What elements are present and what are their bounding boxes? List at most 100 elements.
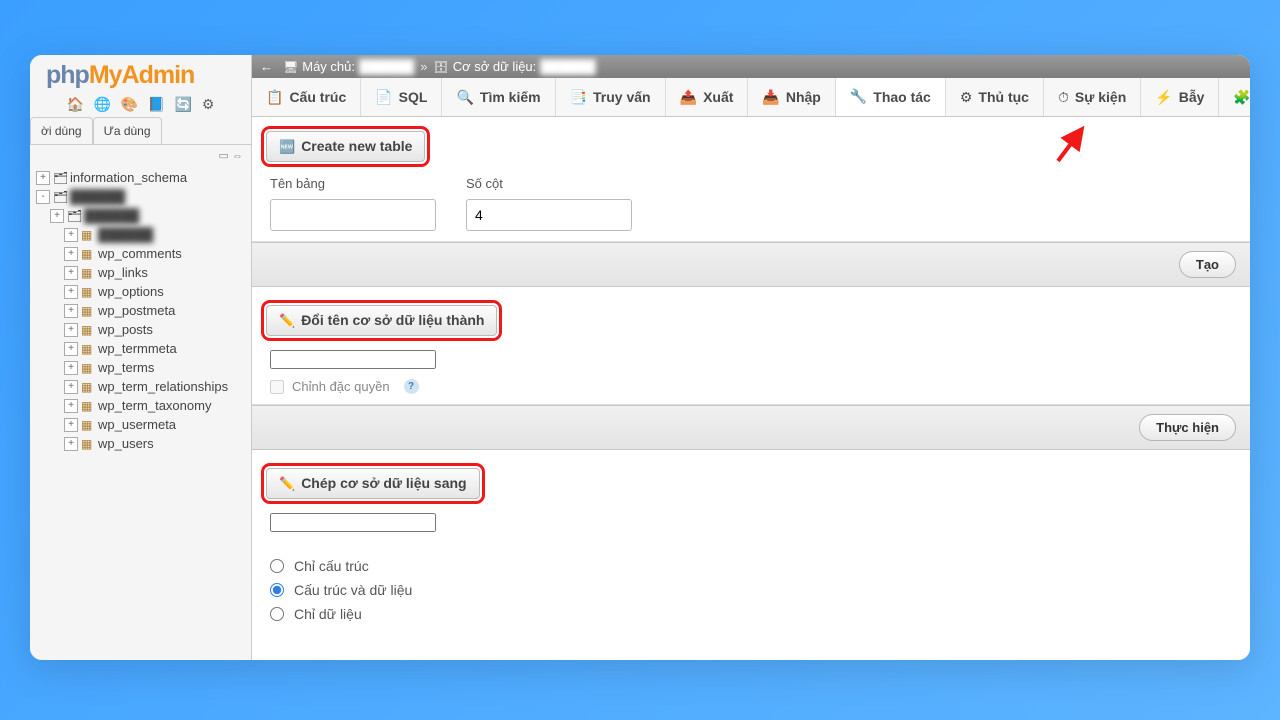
- tree-item[interactable]: +wp_term_relationships: [32, 377, 249, 396]
- expand-icon[interactable]: +: [64, 361, 78, 375]
- tree-item[interactable]: +wp_postmeta: [32, 301, 249, 320]
- tree-item[interactable]: - ██████: [32, 187, 249, 206]
- tree-item[interactable]: +wp_comments: [32, 244, 249, 263]
- tab-icon: 🧩: [1233, 89, 1250, 106]
- tree-item[interactable]: +wp_termmeta: [32, 339, 249, 358]
- panel-rename-body: Chỉnh đặc quyền ?: [252, 336, 1250, 405]
- tree-item-label: wp_terms: [98, 360, 154, 375]
- expand-icon[interactable]: +: [64, 247, 78, 261]
- btn-execute[interactable]: Thực hiện: [1139, 414, 1236, 441]
- input-table-name[interactable]: [270, 199, 436, 231]
- logo: phpMyAdmin: [30, 55, 251, 90]
- expand-icon[interactable]: +: [64, 285, 78, 299]
- input-rename[interactable]: [270, 350, 436, 369]
- tab-sql[interactable]: 📄SQL: [361, 78, 442, 116]
- expand-icon[interactable]: +: [64, 304, 78, 318]
- field-cols: Số cột: [466, 176, 632, 231]
- tree-item[interactable]: + wp_term_taxonomy: [32, 396, 249, 415]
- tab-icon: 📄: [375, 89, 392, 106]
- tab-sự-kiện[interactable]: ⏱Sự kiện: [1044, 78, 1141, 116]
- tab-icon: ⏱: [1058, 89, 1069, 106]
- radio-label: Cấu trúc và dữ liệu: [294, 582, 412, 598]
- expand-icon[interactable]: -: [36, 190, 50, 204]
- db-tree: +information_schema - ██████ +██████+██████…: [30, 164, 251, 660]
- chk-adjust-priv[interactable]: [270, 380, 284, 394]
- nav-tabs: 📋Cấu trúc📄SQL🔍Tìm kiếm📑Truy vấn📤Xuất📥Nhậ…: [252, 78, 1250, 117]
- tab-xuất[interactable]: 📤Xuất: [666, 78, 749, 116]
- database-icon: [53, 171, 67, 185]
- tab-truy-vấn[interactable]: 📑Truy vấn: [556, 78, 666, 116]
- expand-icon[interactable]: +: [64, 228, 78, 242]
- tree-item[interactable]: +██████: [32, 225, 249, 244]
- tree-item[interactable]: + wp_posts: [32, 320, 249, 339]
- radio-input[interactable]: [270, 583, 284, 597]
- tab-label: Nhập: [786, 89, 821, 105]
- tab-cấu-trúc[interactable]: 📋Cấu trúc: [252, 78, 361, 116]
- panel-create-body: Tên bảng Số cột: [252, 162, 1250, 242]
- tree-item[interactable]: +wp_users: [32, 434, 249, 453]
- tab-thao-tác[interactable]: 🔧Thao tác: [836, 78, 946, 117]
- tree-item[interactable]: +██████: [32, 206, 249, 225]
- tree-item[interactable]: +information_schema: [32, 168, 249, 187]
- radio-copy-option[interactable]: Cấu trúc và dữ liệu: [270, 578, 1232, 602]
- tree-item-label: wp_term_taxonomy: [98, 398, 211, 413]
- create-footer: Tạo: [252, 242, 1250, 287]
- table-icon: [81, 247, 95, 261]
- main: ← 🖥 Máy chủ: ██████ » 🗄 Cơ sở dữ liệu: █…: [252, 55, 1250, 660]
- table-icon: [81, 437, 95, 451]
- globe-icon[interactable]: 🌐: [94, 96, 111, 113]
- expand-icon[interactable]: +: [64, 399, 78, 413]
- radio-copy-option[interactable]: Chỉ cấu trúc: [270, 554, 1232, 578]
- docs-icon[interactable]: 📘: [148, 96, 165, 113]
- pma-window: phpMyAdmin 🏠 🌐 🎨 📘 🔄 ⚙ ời dùng Ưa dùng ▭…: [30, 55, 1250, 660]
- tree-item-label: wp_posts: [98, 322, 153, 337]
- gear-icon[interactable]: ⚙: [202, 96, 215, 113]
- server-label: Máy chủ:: [302, 59, 355, 74]
- panel-copy-body: [252, 499, 1250, 542]
- tab-nhập[interactable]: 📥Nhập: [748, 78, 835, 116]
- tab-label: Thủ tục: [978, 89, 1029, 105]
- tree-item-label: ██████: [70, 189, 125, 204]
- radio-input[interactable]: [270, 607, 284, 621]
- radio-copy-option[interactable]: Chỉ dữ liệu: [270, 602, 1232, 626]
- refresh-icon[interactable]: 🔄: [175, 96, 192, 113]
- tree-item[interactable]: +wp_usermeta: [32, 415, 249, 434]
- tree-item[interactable]: + wp_links: [32, 263, 249, 282]
- input-cols[interactable]: [466, 199, 632, 231]
- input-copy-target[interactable]: [270, 513, 436, 532]
- help-icon[interactable]: ?: [404, 379, 419, 394]
- tab-thủ-tục[interactable]: ⚙Thủ tục: [946, 78, 1044, 116]
- field-table-name: Tên bảng: [270, 176, 436, 231]
- sidebar: phpMyAdmin 🏠 🌐 🎨 📘 🔄 ⚙ ời dùng Ưa dùng ▭…: [30, 55, 252, 660]
- pencil-icon: ✏️: [279, 476, 295, 491]
- collapse-icon[interactable]: ▭ ⇔: [219, 150, 243, 162]
- tab-tìm-kiếm[interactable]: 🔍Tìm kiếm: [442, 78, 555, 116]
- expand-icon[interactable]: +: [64, 342, 78, 356]
- btn-create[interactable]: Tạo: [1179, 251, 1236, 278]
- radio-label: Chỉ cấu trúc: [294, 558, 369, 574]
- table-icon: [81, 228, 95, 242]
- tab-bộ-thiết-k[interactable]: 🧩Bộ thiết k: [1219, 78, 1250, 116]
- expand-icon[interactable]: +: [36, 171, 50, 185]
- tab-label: Thao tác: [873, 89, 931, 105]
- tab-recent[interactable]: ời dùng: [30, 117, 93, 144]
- expand-icon[interactable]: +: [64, 437, 78, 451]
- tree-item[interactable]: + wp_terms: [32, 358, 249, 377]
- home-icon[interactable]: 🏠: [67, 96, 84, 113]
- tab-favorites[interactable]: Ưa dùng: [93, 117, 162, 144]
- expand-icon[interactable]: +: [64, 323, 78, 337]
- tree-item-label: wp_links: [98, 265, 148, 280]
- table-icon: [81, 266, 95, 280]
- db-label: Cơ sở dữ liệu:: [453, 59, 537, 74]
- theme-icon[interactable]: 🎨: [121, 96, 138, 113]
- tab-bẫy[interactable]: ⚡Bẫy: [1141, 78, 1219, 116]
- radio-input[interactable]: [270, 559, 284, 573]
- tree-item[interactable]: +wp_options: [32, 282, 249, 301]
- expand-icon[interactable]: +: [50, 209, 64, 223]
- database-icon: [67, 209, 81, 223]
- expand-icon[interactable]: +: [64, 418, 78, 432]
- expand-icon[interactable]: +: [64, 266, 78, 280]
- back-icon[interactable]: ←: [260, 59, 273, 74]
- expand-icon[interactable]: +: [64, 380, 78, 394]
- panel-create-title: 🆕Create new table: [266, 131, 425, 162]
